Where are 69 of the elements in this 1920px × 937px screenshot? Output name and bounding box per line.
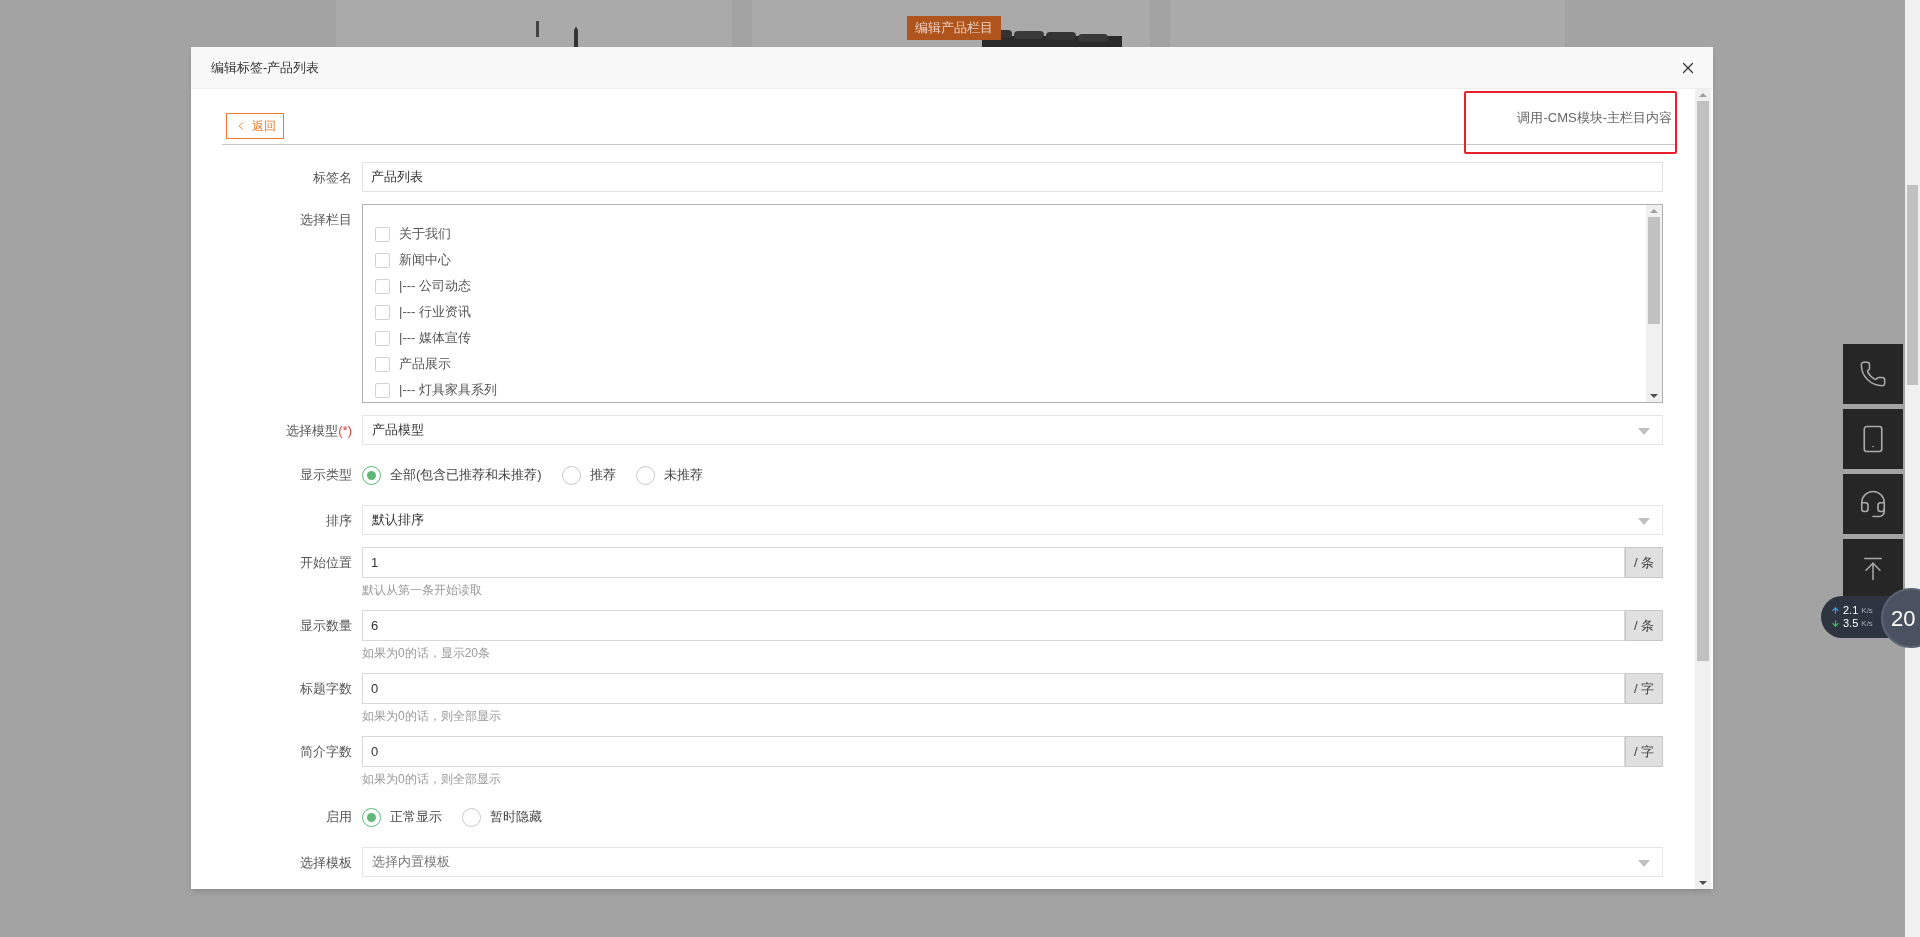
dialog-scrollbar[interactable] <box>1695 89 1711 889</box>
download-speed: 3.5 <box>1843 618 1859 629</box>
number-field[interactable]: 0 <box>362 736 1625 767</box>
select-field[interactable]: 默认排序 <box>362 505 1663 535</box>
select-field[interactable]: 产品模型 <box>362 415 1663 445</box>
headset-button[interactable] <box>1843 474 1903 534</box>
breadcrumb: 调用-CMS模块-主栏目内容 <box>1517 108 1672 127</box>
field-hint: 如果为0的话，则全部显示 <box>362 708 501 725</box>
checkbox-label: 关于我们 <box>399 225 451 244</box>
lamp-drawing <box>536 21 580 47</box>
field-label: 标签名 <box>313 169 352 187</box>
field-label: 选择模型 <box>286 422 339 440</box>
phone-button[interactable] <box>1843 344 1903 404</box>
checkbox-label: |--- 媒体宣传 <box>399 329 471 348</box>
radio-option[interactable]: 正常显示 <box>362 807 442 827</box>
unit-addon: / 字 <box>1625 736 1663 767</box>
radio-option[interactable]: 全部(包含已推荐和未推荐) <box>362 465 542 485</box>
checkbox[interactable] <box>375 304 390 320</box>
checkbox-label: |--- 灯具家具系列 <box>399 381 497 400</box>
required-mark: (*) <box>338 422 352 440</box>
field-label: 选择模板 <box>300 854 352 872</box>
field-label: 开始位置 <box>300 554 352 572</box>
field-label: 简介字数 <box>300 743 352 761</box>
checkbox[interactable] <box>375 226 390 242</box>
field-label: 显示数量 <box>300 617 352 635</box>
dropdown-caret-icon <box>1638 860 1650 867</box>
field-label: 标题字数 <box>300 680 352 698</box>
field-label: 启用 <box>326 808 352 827</box>
speed-unit: K/s <box>1861 606 1873 615</box>
unit-addon: / 条 <box>1625 610 1663 641</box>
checkbox[interactable] <box>375 330 390 346</box>
mobile-button[interactable] <box>1843 409 1903 469</box>
phone-icon <box>1859 360 1887 388</box>
back-to-top-button[interactable] <box>1843 539 1903 599</box>
text-field[interactable]: 产品列表 <box>362 162 1663 192</box>
column-badge: 编辑产品栏目 <box>907 16 1001 40</box>
dropdown-caret-icon <box>1638 518 1650 525</box>
field-label: 排序 <box>326 512 352 530</box>
field-label: 选择栏目 <box>300 211 352 229</box>
checkbox[interactable] <box>375 252 390 268</box>
field-label: 显示类型 <box>300 466 352 485</box>
field-hint: 如果为0的话，显示20条 <box>362 645 491 662</box>
number-field[interactable]: 0 <box>362 673 1625 704</box>
select-field[interactable]: 选择内置模板 <box>362 847 1663 877</box>
checkbox[interactable] <box>375 356 390 372</box>
checkbox[interactable] <box>375 278 390 294</box>
field-hint: 默认从第一条开始读取 <box>362 582 482 599</box>
upload-speed: 2.1 <box>1843 605 1859 616</box>
speed-unit: K/s <box>1861 619 1873 628</box>
radio-option[interactable]: 暂时隐藏 <box>462 807 542 827</box>
unit-addon: / 条 <box>1625 547 1663 578</box>
checkbox[interactable] <box>375 382 390 398</box>
dropdown-caret-icon <box>1638 428 1650 435</box>
radio-option[interactable]: 未推荐 <box>635 465 703 485</box>
checkbox-label: 产品展示 <box>399 355 451 374</box>
checkbox-label: |--- 公司动态 <box>399 277 471 296</box>
unit-addon: / 字 <box>1625 673 1663 704</box>
field-hint: 如果为0的话，则全部显示 <box>362 771 501 788</box>
list-scrollbar[interactable] <box>1646 205 1662 402</box>
number-field[interactable]: 6 <box>362 610 1625 641</box>
upload-icon <box>1831 606 1840 615</box>
dialog-title: 编辑标签-产品列表 <box>211 58 320 77</box>
radio-option[interactable]: 推荐 <box>561 465 616 485</box>
speed-gauge: 20 <box>1881 588 1920 648</box>
number-field[interactable]: 1 <box>362 547 1625 578</box>
checkbox-label: |--- 行业资讯 <box>399 303 471 322</box>
headset-icon <box>1858 489 1888 519</box>
checkbox-label: 新闻中心 <box>399 251 451 270</box>
download-icon <box>1831 619 1840 628</box>
